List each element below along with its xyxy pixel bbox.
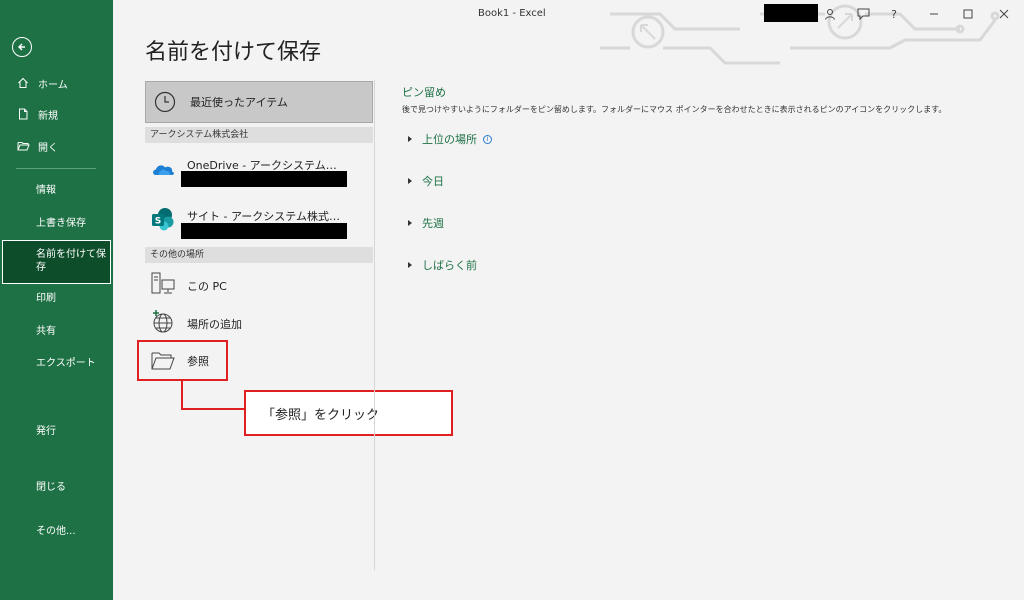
redacted-account	[764, 4, 818, 22]
onedrive-icon	[153, 165, 174, 175]
section-upper-places[interactable]: 上位の場所 i	[408, 131, 492, 147]
section-label: 先週	[422, 217, 444, 230]
help-button[interactable]: ?	[886, 6, 902, 22]
sidebar-item-close[interactable]: 閉じる	[36, 481, 66, 494]
sidebar-item-label: 開く	[38, 142, 58, 154]
svg-text:S: S	[155, 217, 161, 227]
location-this-pc[interactable]: この PC	[145, 270, 373, 300]
close-icon	[999, 9, 1009, 19]
section-label: 上位の場所	[422, 133, 477, 146]
sidebar-item-export[interactable]: エクスポート	[36, 357, 96, 370]
account-button[interactable]	[822, 6, 838, 22]
clock-icon	[154, 91, 176, 113]
page-title: 名前を付けて保存	[145, 40, 322, 65]
sidebar-item-new[interactable]: 新規	[0, 102, 113, 126]
new-file-icon	[16, 108, 30, 120]
redacted-account-path	[181, 171, 347, 187]
sidebar-item-more[interactable]: その他...	[36, 525, 76, 538]
sidebar-item-label: 新規	[38, 110, 58, 122]
maximize-icon	[963, 9, 973, 19]
this-pc-icon	[151, 272, 175, 294]
location-add-place[interactable]: 場所の追加	[145, 308, 373, 338]
expand-triangle-icon	[408, 136, 412, 142]
minimize-button[interactable]	[926, 6, 942, 22]
section-older[interactable]: しばらく前	[408, 257, 477, 273]
expand-triangle-icon	[408, 220, 412, 226]
location-onedrive[interactable]: OneDrive - アークシステム…	[145, 155, 373, 191]
sidebar-item-share[interactable]: 共有	[36, 325, 56, 338]
expand-triangle-icon	[408, 262, 412, 268]
feedback-button[interactable]	[855, 6, 871, 22]
expand-triangle-icon	[408, 178, 412, 184]
backstage-sidebar: ホーム 新規 開く 情報 上書き保存 名前を付けて保 存 印刷 共有 エクスポー…	[0, 0, 113, 600]
minimize-icon	[930, 13, 938, 15]
window-title: Book1 - Excel	[478, 8, 546, 19]
home-icon	[16, 77, 30, 89]
help-icon: ?	[891, 7, 897, 21]
pinned-description: 後で見つけやすいようにフォルダーをピン留めします。フォルダーにマウス ポインター…	[402, 105, 947, 114]
highlight-box	[137, 340, 228, 381]
panel-divider	[374, 80, 375, 570]
section-label: しばらく前	[422, 259, 477, 272]
group-header-other-places: その他の場所	[145, 247, 373, 263]
this-pc-label: この PC	[187, 280, 227, 293]
section-today[interactable]: 今日	[408, 173, 444, 189]
redacted-site-path	[181, 223, 347, 239]
sidebar-item-save-as-label: 名前を付けて保 存	[36, 249, 106, 273]
recent-items-label: 最近使ったアイテム	[190, 96, 288, 109]
recent-items-button[interactable]: 最近使ったアイテム	[145, 81, 373, 123]
info-icon[interactable]: i	[483, 134, 492, 144]
feedback-icon	[857, 8, 869, 20]
globe-add-icon	[153, 310, 173, 333]
add-place-label: 場所の追加	[187, 318, 242, 331]
location-sharepoint[interactable]: S サイト - アークシステム株式…	[145, 203, 373, 241]
sharepoint-icon: S	[152, 208, 174, 231]
sidebar-item-open[interactable]: 開く	[0, 134, 113, 158]
sharepoint-label: サイト - アークシステム株式…	[187, 210, 340, 223]
callout-connector	[181, 381, 183, 410]
section-last-week[interactable]: 先週	[408, 215, 444, 231]
sidebar-item-print[interactable]: 印刷	[36, 292, 56, 305]
open-folder-icon	[16, 140, 30, 152]
back-button[interactable]	[12, 37, 32, 57]
person-icon	[825, 9, 835, 20]
sidebar-divider	[16, 168, 96, 169]
sidebar-item-home[interactable]: ホーム	[0, 71, 113, 95]
section-label: 今日	[422, 175, 444, 188]
callout-box: 「参照」をクリック	[244, 390, 453, 436]
sidebar-item-info[interactable]: 情報	[36, 184, 56, 197]
close-button[interactable]	[996, 6, 1012, 22]
sidebar-item-save[interactable]: 上書き保存	[36, 217, 86, 230]
maximize-button[interactable]	[960, 6, 976, 22]
callout-connector	[181, 408, 245, 410]
sidebar-item-label: ホーム	[38, 79, 68, 91]
pinned-title: ピン留め	[402, 86, 446, 99]
arrow-left-icon	[18, 43, 25, 51]
sidebar-item-publish[interactable]: 発行	[36, 425, 56, 438]
group-header-organization: アークシステム株式会社	[145, 127, 373, 143]
